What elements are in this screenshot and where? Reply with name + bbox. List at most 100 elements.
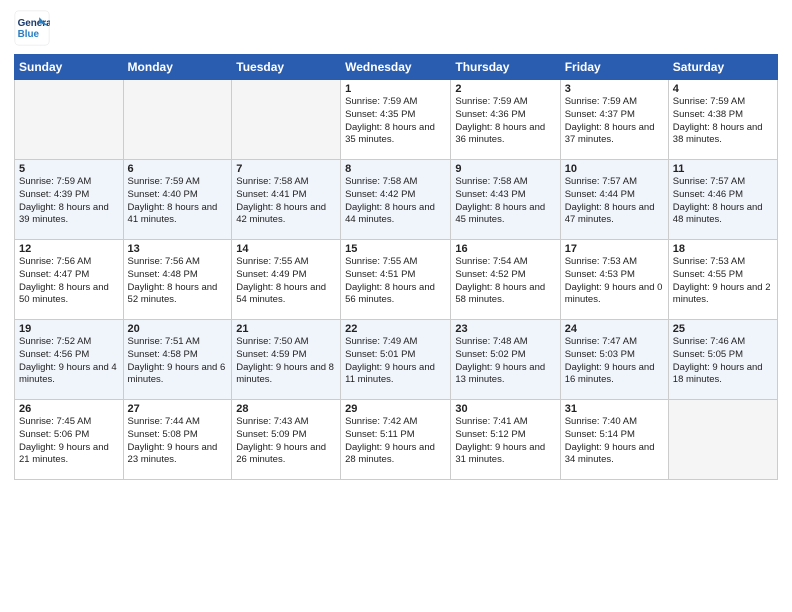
day-number: 23	[455, 323, 555, 335]
header-cell-wednesday: Wednesday	[341, 55, 451, 80]
day-number: 1	[345, 83, 446, 95]
day-number: 10	[565, 163, 664, 175]
calendar-cell: 10Sunrise: 7:57 AM Sunset: 4:44 PM Dayli…	[560, 160, 668, 240]
calendar-cell	[232, 80, 341, 160]
calendar-cell: 18Sunrise: 7:53 AM Sunset: 4:55 PM Dayli…	[668, 240, 777, 320]
calendar-cell: 31Sunrise: 7:40 AM Sunset: 5:14 PM Dayli…	[560, 400, 668, 480]
day-number: 21	[236, 323, 336, 335]
day-info: Sunrise: 7:57 AM Sunset: 4:46 PM Dayligh…	[673, 176, 773, 227]
calendar-cell	[668, 400, 777, 480]
week-row-4: 19Sunrise: 7:52 AM Sunset: 4:56 PM Dayli…	[15, 320, 778, 400]
header-cell-tuesday: Tuesday	[232, 55, 341, 80]
calendar-cell: 26Sunrise: 7:45 AM Sunset: 5:06 PM Dayli…	[15, 400, 124, 480]
calendar-cell: 2Sunrise: 7:59 AM Sunset: 4:36 PM Daylig…	[451, 80, 560, 160]
calendar-cell: 6Sunrise: 7:59 AM Sunset: 4:40 PM Daylig…	[123, 160, 232, 240]
calendar-cell: 3Sunrise: 7:59 AM Sunset: 4:37 PM Daylig…	[560, 80, 668, 160]
week-row-1: 1Sunrise: 7:59 AM Sunset: 4:35 PM Daylig…	[15, 80, 778, 160]
calendar-header-row: SundayMondayTuesdayWednesdayThursdayFrid…	[15, 55, 778, 80]
day-info: Sunrise: 7:48 AM Sunset: 5:02 PM Dayligh…	[455, 336, 555, 387]
day-info: Sunrise: 7:44 AM Sunset: 5:08 PM Dayligh…	[128, 416, 228, 467]
day-number: 2	[455, 83, 555, 95]
day-number: 5	[19, 163, 119, 175]
day-number: 28	[236, 403, 336, 415]
day-number: 7	[236, 163, 336, 175]
day-info: Sunrise: 7:55 AM Sunset: 4:51 PM Dayligh…	[345, 256, 446, 307]
calendar-cell: 11Sunrise: 7:57 AM Sunset: 4:46 PM Dayli…	[668, 160, 777, 240]
day-number: 19	[19, 323, 119, 335]
calendar-cell: 28Sunrise: 7:43 AM Sunset: 5:09 PM Dayli…	[232, 400, 341, 480]
day-info: Sunrise: 7:56 AM Sunset: 4:48 PM Dayligh…	[128, 256, 228, 307]
day-info: Sunrise: 7:50 AM Sunset: 4:59 PM Dayligh…	[236, 336, 336, 387]
calendar-cell: 15Sunrise: 7:55 AM Sunset: 4:51 PM Dayli…	[341, 240, 451, 320]
day-number: 14	[236, 243, 336, 255]
day-number: 15	[345, 243, 446, 255]
day-number: 13	[128, 243, 228, 255]
day-number: 16	[455, 243, 555, 255]
day-number: 11	[673, 163, 773, 175]
calendar-cell: 13Sunrise: 7:56 AM Sunset: 4:48 PM Dayli…	[123, 240, 232, 320]
calendar-table: SundayMondayTuesdayWednesdayThursdayFrid…	[14, 54, 778, 480]
day-info: Sunrise: 7:53 AM Sunset: 4:53 PM Dayligh…	[565, 256, 664, 307]
day-info: Sunrise: 7:58 AM Sunset: 4:41 PM Dayligh…	[236, 176, 336, 227]
day-info: Sunrise: 7:59 AM Sunset: 4:40 PM Dayligh…	[128, 176, 228, 227]
calendar-cell: 7Sunrise: 7:58 AM Sunset: 4:41 PM Daylig…	[232, 160, 341, 240]
day-info: Sunrise: 7:47 AM Sunset: 5:03 PM Dayligh…	[565, 336, 664, 387]
day-info: Sunrise: 7:59 AM Sunset: 4:36 PM Dayligh…	[455, 96, 555, 147]
day-info: Sunrise: 7:45 AM Sunset: 5:06 PM Dayligh…	[19, 416, 119, 467]
day-info: Sunrise: 7:56 AM Sunset: 4:47 PM Dayligh…	[19, 256, 119, 307]
day-info: Sunrise: 7:53 AM Sunset: 4:55 PM Dayligh…	[673, 256, 773, 307]
day-number: 3	[565, 83, 664, 95]
calendar-cell: 19Sunrise: 7:52 AM Sunset: 4:56 PM Dayli…	[15, 320, 124, 400]
day-number: 27	[128, 403, 228, 415]
day-number: 30	[455, 403, 555, 415]
logo: General Blue	[14, 10, 50, 46]
calendar-cell: 12Sunrise: 7:56 AM Sunset: 4:47 PM Dayli…	[15, 240, 124, 320]
calendar-cell: 14Sunrise: 7:55 AM Sunset: 4:49 PM Dayli…	[232, 240, 341, 320]
day-info: Sunrise: 7:40 AM Sunset: 5:14 PM Dayligh…	[565, 416, 664, 467]
day-number: 4	[673, 83, 773, 95]
calendar-cell: 25Sunrise: 7:46 AM Sunset: 5:05 PM Dayli…	[668, 320, 777, 400]
week-row-2: 5Sunrise: 7:59 AM Sunset: 4:39 PM Daylig…	[15, 160, 778, 240]
day-info: Sunrise: 7:59 AM Sunset: 4:39 PM Dayligh…	[19, 176, 119, 227]
day-number: 17	[565, 243, 664, 255]
day-number: 20	[128, 323, 228, 335]
day-number: 22	[345, 323, 446, 335]
day-number: 26	[19, 403, 119, 415]
calendar-cell	[123, 80, 232, 160]
calendar-cell: 17Sunrise: 7:53 AM Sunset: 4:53 PM Dayli…	[560, 240, 668, 320]
day-number: 12	[19, 243, 119, 255]
day-number: 24	[565, 323, 664, 335]
header-cell-monday: Monday	[123, 55, 232, 80]
day-info: Sunrise: 7:59 AM Sunset: 4:38 PM Dayligh…	[673, 96, 773, 147]
header: General Blue	[14, 10, 778, 46]
day-info: Sunrise: 7:52 AM Sunset: 4:56 PM Dayligh…	[19, 336, 119, 387]
header-cell-friday: Friday	[560, 55, 668, 80]
calendar-cell: 29Sunrise: 7:42 AM Sunset: 5:11 PM Dayli…	[341, 400, 451, 480]
day-info: Sunrise: 7:51 AM Sunset: 4:58 PM Dayligh…	[128, 336, 228, 387]
day-number: 18	[673, 243, 773, 255]
week-row-5: 26Sunrise: 7:45 AM Sunset: 5:06 PM Dayli…	[15, 400, 778, 480]
calendar-cell: 24Sunrise: 7:47 AM Sunset: 5:03 PM Dayli…	[560, 320, 668, 400]
day-number: 9	[455, 163, 555, 175]
day-number: 6	[128, 163, 228, 175]
calendar-cell: 8Sunrise: 7:58 AM Sunset: 4:42 PM Daylig…	[341, 160, 451, 240]
day-info: Sunrise: 7:58 AM Sunset: 4:42 PM Dayligh…	[345, 176, 446, 227]
calendar-cell: 4Sunrise: 7:59 AM Sunset: 4:38 PM Daylig…	[668, 80, 777, 160]
day-info: Sunrise: 7:58 AM Sunset: 4:43 PM Dayligh…	[455, 176, 555, 227]
svg-text:Blue: Blue	[18, 29, 40, 40]
calendar-cell: 23Sunrise: 7:48 AM Sunset: 5:02 PM Dayli…	[451, 320, 560, 400]
calendar-cell: 1Sunrise: 7:59 AM Sunset: 4:35 PM Daylig…	[341, 80, 451, 160]
calendar-cell: 5Sunrise: 7:59 AM Sunset: 4:39 PM Daylig…	[15, 160, 124, 240]
day-number: 29	[345, 403, 446, 415]
day-number: 8	[345, 163, 446, 175]
day-info: Sunrise: 7:49 AM Sunset: 5:01 PM Dayligh…	[345, 336, 446, 387]
day-number: 25	[673, 323, 773, 335]
day-info: Sunrise: 7:42 AM Sunset: 5:11 PM Dayligh…	[345, 416, 446, 467]
day-info: Sunrise: 7:54 AM Sunset: 4:52 PM Dayligh…	[455, 256, 555, 307]
day-number: 31	[565, 403, 664, 415]
calendar-cell: 27Sunrise: 7:44 AM Sunset: 5:08 PM Dayli…	[123, 400, 232, 480]
day-info: Sunrise: 7:43 AM Sunset: 5:09 PM Dayligh…	[236, 416, 336, 467]
page: General Blue SundayMondayTuesdayWednesda…	[0, 0, 792, 612]
day-info: Sunrise: 7:46 AM Sunset: 5:05 PM Dayligh…	[673, 336, 773, 387]
calendar-cell: 20Sunrise: 7:51 AM Sunset: 4:58 PM Dayli…	[123, 320, 232, 400]
